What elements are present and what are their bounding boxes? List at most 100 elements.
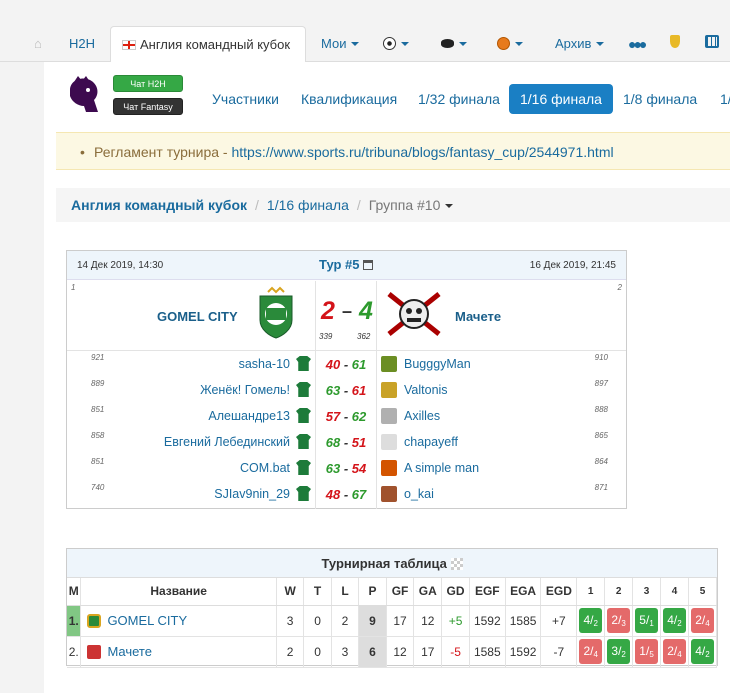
ega-cell: 1585 — [505, 605, 542, 637]
result-goals-against: 2 — [593, 619, 598, 628]
right-player-name[interactable]: Valtonis — [404, 383, 448, 397]
nav-h2h[interactable]: H2H — [69, 26, 95, 62]
standings-title-label: Турнирная таблица — [321, 556, 447, 571]
tab-1-32[interactable]: 1/32 финала — [418, 84, 500, 114]
team-cell[interactable]: GOMEL CITY — [80, 605, 277, 637]
right-player-name[interactable]: Axilles — [404, 409, 440, 423]
result-goals-for: 3 — [611, 644, 619, 658]
column-header: W — [276, 578, 305, 606]
rank-cell: 1. — [67, 605, 82, 637]
left-player-name[interactable]: Алешандре13 — [208, 409, 290, 423]
gd-cell: +5 — [441, 605, 470, 637]
nav-users[interactable]: ●●● — [628, 26, 647, 62]
nav-mine-label: Мои — [321, 36, 347, 51]
points-cell: 9 — [358, 605, 387, 637]
tour-link[interactable]: Тур #5 — [319, 257, 374, 272]
left-player-name[interactable]: Евгений Лебединский — [164, 435, 290, 449]
result-cell[interactable]: 3/2 — [604, 636, 634, 668]
right-player-name[interactable]: A simple man — [404, 461, 479, 475]
result-cell[interactable]: 4/2 — [576, 605, 606, 637]
chat-h2h-button[interactable]: Чат H2H — [113, 75, 183, 92]
users-icon: ●●● — [628, 36, 647, 52]
result-goals-against: 5 — [649, 650, 654, 659]
right-player-name[interactable]: chapayeff — [404, 435, 458, 449]
result-cell[interactable]: 1/5 — [632, 636, 662, 668]
home-team-name[interactable]: GOMEL CITY — [157, 309, 238, 324]
player-points: 40 - 61 — [315, 357, 377, 372]
result-cell[interactable]: 2/3 — [604, 605, 634, 637]
tab-england-cup[interactable]: Англия командный кубок — [110, 26, 306, 63]
tab-qualification[interactable]: Квалификация — [301, 84, 397, 114]
left-player-name[interactable]: Женёк! Гомель! — [200, 383, 290, 397]
result-goals-for: 4 — [695, 644, 702, 658]
home-total: 339 — [319, 332, 333, 341]
home-icon[interactable]: ⌂ — [34, 26, 42, 62]
breadcrumb-group[interactable]: Группа #10 — [369, 197, 454, 213]
result-badge: 2/4 — [579, 639, 603, 664]
player-row: 851 Алешандре13 57 - 62 Axilles 888 — [67, 403, 626, 429]
standings-title: Турнирная таблица — [67, 549, 717, 578]
column-header: M — [67, 578, 82, 606]
result-goals-against: 2 — [621, 650, 626, 659]
nav-mine[interactable]: Мои — [321, 26, 360, 62]
result-cell[interactable]: 4/2 — [688, 636, 718, 668]
rules-link[interactable]: https://www.sports.ru/tribuna/blogs/fant… — [231, 144, 613, 160]
nav-basketball[interactable] — [497, 26, 523, 62]
shirt-icon — [296, 382, 311, 397]
england-flag-icon — [122, 40, 136, 50]
result-cell[interactable]: 2/4 — [688, 605, 718, 637]
result-goals-against: 4 — [593, 650, 598, 659]
hockey-puck-icon — [441, 39, 454, 48]
result-goals-for: 4 — [583, 613, 591, 627]
tab-1-8[interactable]: 1/8 финала — [623, 84, 697, 114]
tab-more[interactable]: 1/ — [720, 84, 730, 114]
ties-cell: 0 — [303, 636, 332, 668]
chevron-down-icon — [445, 204, 454, 208]
shirt-icon — [296, 460, 311, 475]
basketball-icon — [497, 37, 510, 50]
calendar-icon — [363, 260, 374, 270]
score-box: 2 – 4 339 362 — [315, 281, 377, 351]
left-player-name[interactable]: SJIav9nin_29 — [214, 487, 290, 501]
column-header: EGA — [505, 578, 542, 606]
avatar — [381, 382, 397, 398]
nav-medal[interactable] — [670, 26, 680, 62]
tab-1-16[interactable]: 1/16 финала — [509, 84, 613, 114]
result-cell[interactable]: 2/4 — [660, 636, 689, 668]
team-cell[interactable]: Мачете — [80, 636, 277, 668]
right-player-name[interactable]: o_kai — [404, 487, 434, 501]
left-player-name[interactable]: COM.bat — [240, 461, 290, 475]
nav-archive[interactable]: Архив — [555, 26, 605, 62]
score-dash: – — [342, 301, 353, 321]
chat-fantasy-button[interactable]: Чат Fantasy — [113, 98, 183, 115]
breadcrumb-stage[interactable]: 1/16 финала — [267, 197, 349, 213]
left-points: 63 — [325, 383, 341, 398]
avatar — [381, 486, 397, 502]
nav-hockey[interactable] — [441, 26, 467, 62]
match-end-date: 16 Дек 2019, 21:45 — [529, 260, 616, 271]
result-cell[interactable]: 4/2 — [660, 605, 689, 637]
result-goals-for: 4 — [667, 613, 674, 627]
result-cell[interactable]: 2/4 — [576, 636, 606, 668]
player-points: 57 - 62 — [315, 409, 377, 424]
points-sep: - — [343, 461, 349, 476]
column-header: 2 — [604, 578, 634, 606]
result-cell[interactable]: 5/1 — [632, 605, 662, 637]
player-points: 63 - 61 — [315, 383, 377, 398]
result-goals-against: 2 — [705, 650, 710, 659]
chevron-down-icon — [351, 42, 360, 46]
points-sep: - — [343, 487, 349, 502]
away-team-name[interactable]: Мачете — [455, 309, 501, 324]
column-header: 4 — [660, 578, 689, 606]
breadcrumb-root[interactable]: Англия командный кубок — [71, 197, 247, 213]
tab-participants[interactable]: Участники — [212, 84, 279, 114]
nav-calculator[interactable] — [705, 26, 719, 62]
nav-football[interactable] — [383, 26, 409, 62]
right-player-rank: 871 — [594, 483, 608, 492]
right-player-name[interactable]: BugggyMan — [404, 357, 471, 371]
points-sep: - — [343, 357, 349, 372]
left-player-name[interactable]: sasha-10 — [239, 357, 290, 371]
chevron-down-icon — [515, 42, 523, 46]
premier-league-logo — [70, 76, 98, 112]
left-points: 63 — [325, 461, 341, 476]
